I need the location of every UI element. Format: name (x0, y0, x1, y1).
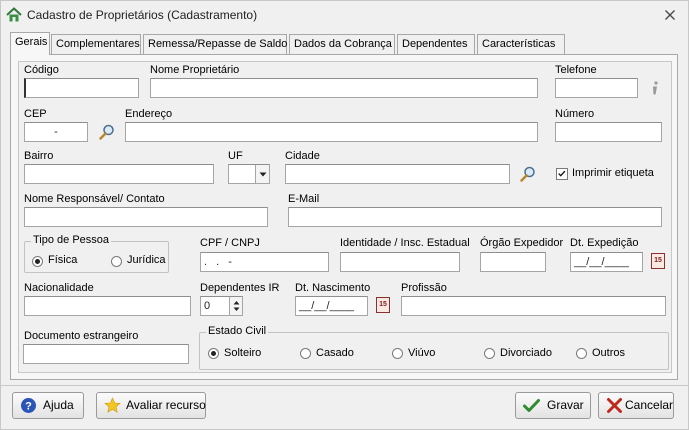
radio-fisica[interactable] (32, 256, 43, 267)
dependentes-ir-label: Dependentes IR (200, 282, 280, 294)
avaliar-recurso-label: Avaliar recurso (126, 398, 206, 412)
endereco-label: Endereço (125, 108, 173, 120)
calendar-icon[interactable]: 15 (651, 253, 665, 269)
tab-dependentes[interactable]: Dependentes (397, 34, 475, 54)
form-area: Código Nome Proprietário Telefone CEP - … (18, 61, 672, 373)
nacionalidade-label: Nacionalidade (24, 282, 94, 294)
ajuda-button-label: Ajuda (43, 398, 74, 412)
radio-divorciado[interactable] (484, 348, 495, 359)
chevron-down-icon (259, 172, 267, 177)
ajuda-button[interactable]: ? Ajuda (12, 392, 84, 419)
dt-expedicao-input[interactable]: __/__/____ (570, 252, 643, 272)
radio-solteiro[interactable] (208, 348, 219, 359)
dependentes-ir-value: 0 (204, 300, 211, 312)
profissao-input[interactable] (401, 296, 666, 316)
radio-divorciado-label[interactable]: Divorciado (500, 347, 552, 359)
tab-gerais[interactable]: Gerais (10, 32, 50, 55)
cancelar-button[interactable]: Cancelar (598, 392, 674, 419)
radio-fisica-label[interactable]: Física (48, 254, 77, 266)
avaliar-recurso-button[interactable]: Avaliar recurso (96, 392, 206, 419)
email-label: E-Mail (288, 193, 320, 205)
search-cep-icon[interactable] (98, 123, 116, 141)
dependentes-ir-spin[interactable] (229, 297, 242, 315)
cep-label: CEP (24, 108, 47, 120)
cpf-cnpj-label: CPF / CNPJ (200, 237, 260, 249)
radio-casado[interactable] (300, 348, 311, 359)
cancelar-button-label: Cancelar (625, 398, 674, 412)
dependentes-ir-stepper[interactable]: 0 (200, 296, 243, 316)
search-cidade-icon[interactable] (519, 165, 537, 183)
info-icon[interactable] (646, 79, 664, 97)
radio-solteiro-label[interactable]: Solteiro (224, 347, 261, 359)
email-input[interactable] (288, 207, 662, 227)
window-title: Cadastro de Proprietários (Cadastramento… (27, 8, 258, 22)
radio-juridica[interactable] (111, 256, 122, 267)
uf-select[interactable] (228, 164, 270, 184)
orgao-expedidor-input[interactable] (480, 252, 546, 272)
tab-panel-gerais: Código Nome Proprietário Telefone CEP - … (10, 54, 678, 380)
tipo-pessoa-title: Tipo de Pessoa (31, 234, 112, 246)
gravar-button[interactable]: Gravar (515, 392, 591, 419)
uf-dropdown-button[interactable] (255, 165, 269, 183)
estado-civil-title: Estado Civil (206, 325, 269, 337)
radio-juridica-label[interactable]: Jurídica (127, 254, 166, 266)
endereco-input[interactable] (125, 122, 538, 142)
radio-outros[interactable] (576, 348, 587, 359)
profissao-label: Profissão (401, 282, 447, 294)
numero-label: Número (555, 108, 595, 120)
uf-label: UF (228, 150, 243, 162)
home-icon (6, 7, 22, 22)
nome-input[interactable] (150, 78, 538, 98)
title-bar: Cadastro de Proprietários (Cadastramento… (1, 1, 688, 29)
cpf-cnpj-input[interactable]: . . - (200, 252, 329, 272)
help-icon: ? (21, 398, 36, 413)
telefone-label: Telefone (555, 64, 597, 76)
imprimir-etiqueta-checkbox[interactable] (556, 168, 568, 180)
radio-outros-label[interactable]: Outros (592, 347, 625, 359)
nome-label: Nome Proprietário (150, 64, 240, 76)
close-icon[interactable] (664, 9, 676, 21)
gravar-button-label: Gravar (547, 398, 584, 412)
estado-civil-group: Estado Civil Solteiro Casado Viúvo Divor… (199, 325, 669, 370)
cidade-input[interactable] (285, 164, 510, 184)
check-icon (523, 399, 540, 412)
documento-estrangeiro-input[interactable] (23, 344, 189, 364)
checkmark-icon (558, 170, 566, 177)
bairro-input[interactable] (24, 164, 214, 184)
footer-separator (1, 385, 688, 386)
codigo-label: Código (24, 64, 59, 76)
spin-arrows-icon (233, 301, 240, 311)
bairro-label: Bairro (24, 150, 54, 162)
cidade-label: Cidade (285, 150, 320, 162)
tipo-pessoa-group: Tipo de Pessoa Física Jurídica (24, 234, 169, 273)
radio-viuvo-label[interactable]: Viúvo (408, 347, 435, 359)
imprimir-etiqueta-label[interactable]: Imprimir etiqueta (572, 167, 654, 179)
responsavel-label: Nome Responsável/ Contato (24, 193, 165, 205)
calendar-icon[interactable]: 15 (376, 297, 390, 313)
cep-input[interactable]: - (24, 122, 88, 142)
numero-input[interactable] (555, 122, 662, 142)
tab-caracteristicas[interactable]: Características (477, 34, 565, 54)
codigo-input[interactable] (24, 78, 139, 98)
identidade-label: Identidade / Insc. Estadual (340, 237, 470, 249)
nacionalidade-input[interactable] (24, 296, 191, 316)
radio-viuvo[interactable] (392, 348, 403, 359)
responsavel-input[interactable] (24, 207, 268, 227)
telefone-input[interactable] (555, 78, 638, 98)
orgao-expedidor-label: Órgão Expedidor (480, 237, 564, 249)
tab-dados-cobranca[interactable]: Dados da Cobrança (289, 34, 395, 54)
cadastro-window: Cadastro de Proprietários (Cadastramento… (0, 0, 689, 430)
cancel-x-icon (607, 398, 622, 413)
documento-estrangeiro-label: Documento estrangeiro (24, 330, 139, 342)
dt-nascimento-label: Dt. Nascimento (295, 282, 371, 294)
radio-casado-label[interactable]: Casado (316, 347, 354, 359)
dt-nascimento-input[interactable]: __/__/____ (295, 296, 368, 316)
identidade-input[interactable] (340, 252, 460, 272)
star-icon (104, 397, 121, 413)
dt-expedicao-label: Dt. Expedição (570, 237, 639, 249)
tab-complementares[interactable]: Complementares (51, 34, 141, 54)
svg-text:?: ? (25, 401, 32, 413)
tab-remessa[interactable]: Remessa/Repasse de Saldo (143, 34, 287, 54)
